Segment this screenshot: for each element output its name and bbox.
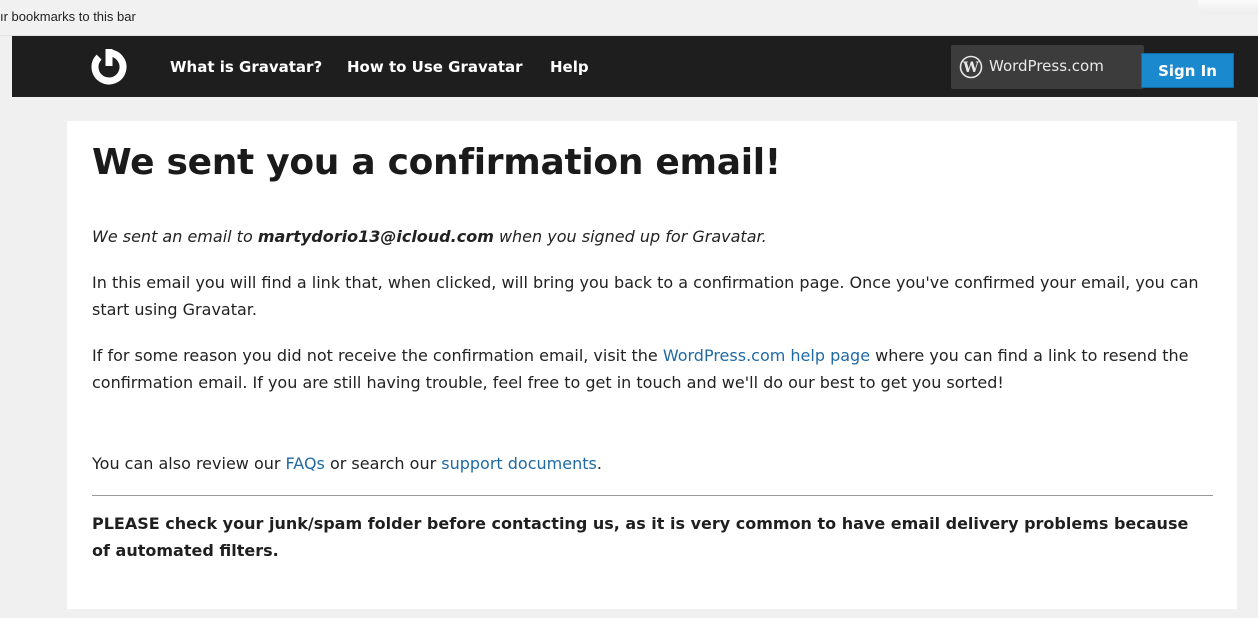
email-address: martydorio13@icloud.com <box>257 227 494 246</box>
review-prefix-text: You can also review our <box>92 454 286 473</box>
wordpress-com-button[interactable]: W WordPress.com <box>951 45 1144 89</box>
support-documents-link[interactable]: support documents <box>441 454 597 473</box>
review-mid-text: or search our <box>324 454 442 473</box>
nav-help[interactable]: Help <box>550 58 589 76</box>
masthead: What is Gravatar? How to Use Gravatar He… <box>12 36 1258 97</box>
faqs-link[interactable]: FAQs <box>286 454 325 473</box>
nav-what-is-gravatar[interactable]: What is Gravatar? <box>170 58 322 76</box>
sign-in-button[interactable]: Sign In <box>1141 53 1234 88</box>
sent-email-paragraph: We sent an email to martydorio13@icloud.… <box>92 223 1212 250</box>
wordpress-com-label: WordPress.com <box>989 57 1104 75</box>
nav-how-to-use-gravatar[interactable]: How to Use Gravatar <box>347 58 523 76</box>
gravatar-logo-icon[interactable] <box>88 46 130 88</box>
sent-prefix-text: We sent an email to <box>92 227 258 246</box>
wordpress-help-page-link[interactable]: WordPress.com help page <box>663 346 870 365</box>
instructions-paragraph: In this email you will find a link that,… <box>92 273 1199 319</box>
svg-text:W: W <box>962 60 979 76</box>
wordpress-icon: W <box>959 55 983 79</box>
bookmarks-hint: ır bookmarks to this bar <box>0 9 136 24</box>
sent-suffix-text: when you signed up for Gravatar. <box>493 227 767 246</box>
toolbar-edge <box>1198 0 1258 14</box>
bookmarks-bar: ır bookmarks to this bar <box>0 0 1258 36</box>
review-paragraph: You can also review our FAQs or search o… <box>92 450 1212 477</box>
page-title: We sent you a confirmation email! <box>92 142 781 183</box>
divider <box>92 495 1213 496</box>
confirmation-card: We sent you a confirmation email! We sen… <box>67 121 1237 609</box>
troubleshoot-paragraph: If for some reason you did not receive t… <box>92 342 1212 396</box>
spam-notice: PLEASE check your junk/spam folder befor… <box>92 514 1189 560</box>
troubleshoot-prefix-text: If for some reason you did not receive t… <box>92 346 663 365</box>
review-suffix-text: . <box>596 454 602 473</box>
